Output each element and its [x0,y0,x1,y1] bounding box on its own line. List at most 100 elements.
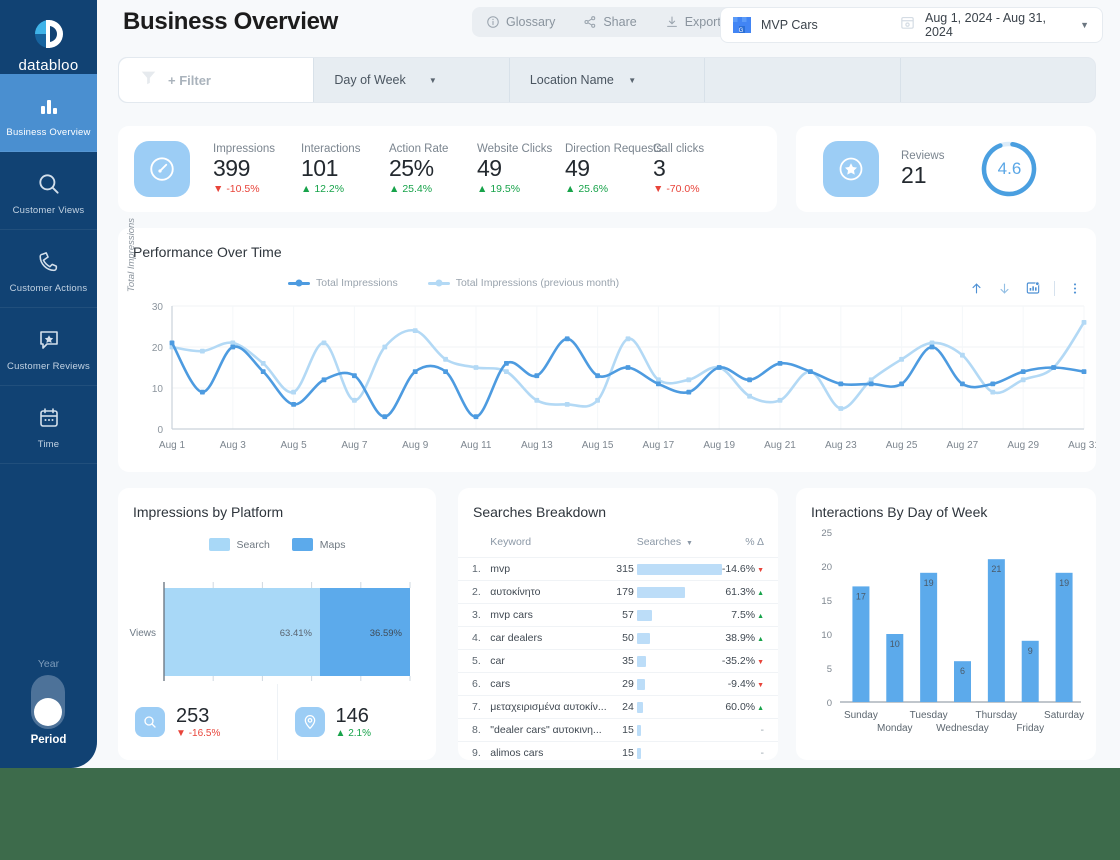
header-keyword[interactable]: Keyword [490,530,607,558]
header-rank [458,530,490,558]
performance-line-chart: 0102030Aug 1Aug 3Aug 5Aug 7Aug 9Aug 11Au… [118,294,1096,464]
svg-text:Aug 5: Aug 5 [281,440,308,451]
kpi-value: 49 [477,155,565,181]
chevron-down-icon[interactable]: ▼ [628,76,636,85]
account-selector[interactable]: G MVP Cars [721,15,899,35]
add-filter-button[interactable]: + Filter [119,58,314,102]
kpi-impressions: Impressions 399 ▼ -10.5% [213,143,301,194]
searches-breakdown-card: Searches Breakdown Keyword Searches ▼ % … [458,488,778,760]
svg-text:17: 17 [856,591,866,601]
filter-cell-empty-1[interactable] [705,58,900,102]
svg-text:10: 10 [821,630,832,641]
funnel-icon [139,68,158,92]
metric-text: 253 ▼ -16.5% [176,705,220,739]
period-toggle[interactable]: Year Period [31,658,67,746]
date-range-picker[interactable]: Aug 1, 2024 - Aug 31, 2024 ▼ [899,11,1102,39]
sort-desc-icon[interactable]: ▼ [684,540,693,547]
sidebar-item-time[interactable]: Time [0,386,97,464]
sidebar-item-customer-reviews[interactable]: Customer Reviews [0,308,97,386]
table-row[interactable]: 5.car35-35.2% ▼ [458,650,778,673]
bar-chart-icon [0,91,97,121]
kpi-delta: ▲ 25.6% [565,183,653,195]
svg-text:21: 21 [991,564,1001,574]
toggle-switch[interactable] [31,675,65,729]
row-searches-bar [634,650,722,673]
toggle-knob [34,698,62,726]
sidebar-item-customer-actions[interactable]: Customer Actions [0,230,97,308]
svg-text:10: 10 [890,639,900,649]
reviews-label: Reviews [901,150,944,162]
table-row[interactable]: 1.mvp315-14.6% ▼ [458,558,778,581]
reviews-count: 21 [901,162,944,188]
svg-text:20: 20 [821,562,832,573]
kpi-delta: ▲ 12.2% [301,183,389,195]
searches-table: Keyword Searches ▼ % Δ 1.mvp315-14.6% ▼2… [458,530,778,760]
chevron-down-icon[interactable]: ▼ [1080,20,1089,30]
header-context-bar: G MVP Cars Aug 1, 2024 - Aug 31, 2024 ▼ [720,7,1103,43]
legend-item-previous[interactable]: Total Impressions (previous month) [428,277,619,289]
bar-fill [637,656,646,667]
row-rank: 8. [458,719,490,742]
row-searches-bar [634,558,722,581]
legend-item-maps[interactable]: Maps [292,538,346,551]
table-row[interactable]: 2.αυτοκίνητο17961.3% ▲ [458,581,778,604]
row-searches-value: 24 [608,696,634,719]
card-title: Performance Over Time [118,228,1096,260]
kpi-summary-card: Impressions 399 ▼ -10.5% Interactions 10… [118,126,777,212]
table-row[interactable]: 3.mvp cars577.5% ▲ [458,604,778,627]
review-star-icon [0,325,97,355]
bar-fill [637,610,652,621]
legend-item-current[interactable]: Total Impressions [288,277,398,289]
sidebar-item-customer-views[interactable]: Customer Views [0,152,97,230]
svg-text:9: 9 [1028,646,1033,656]
row-pct-delta: - [722,742,778,761]
filter-dropdown-location-name[interactable]: Location Name ▼ [510,58,705,102]
svg-text:20: 20 [152,343,164,354]
rating-value: 4.6 [998,159,1022,179]
table-row[interactable]: 9.alimos cars15- [458,742,778,761]
svg-text:15: 15 [821,596,832,607]
glossary-button[interactable]: Glossary [472,7,569,37]
table-row[interactable]: 8."dealer cars" αυτοκινη...15- [458,719,778,742]
bar-fill [637,748,641,759]
svg-text:Aug 9: Aug 9 [402,440,429,451]
row-searches-value: 29 [608,673,634,696]
row-searches-bar [634,627,722,650]
performance-over-time-card: Performance Over Time [118,228,1096,472]
svg-text:Aug 17: Aug 17 [643,440,675,451]
rating-ring: 4.6 [980,140,1038,198]
table-row[interactable]: 4.car dealers5038.9% ▲ [458,627,778,650]
bar-fill [637,725,641,736]
metric-text: 146 ▲ 2.1% [336,705,371,739]
y-axis-label: Total Impressions [126,205,137,305]
svg-text:Aug 3: Aug 3 [220,440,247,451]
svg-text:Aug 25: Aug 25 [886,440,918,451]
row-pct-delta: - [722,719,778,742]
row-rank: 1. [458,558,490,581]
legend-item-search[interactable]: Search [209,538,270,551]
row-searches-bar [634,581,722,604]
download-icon [665,15,679,29]
row-keyword: mvp [490,558,607,581]
svg-text:63.41%: 63.41% [280,628,313,639]
table-row[interactable]: 7.μεταχειρισμένα αυτοκίν...2460.0% ▲ [458,696,778,719]
table-row[interactable]: 6.cars29-9.4% ▼ [458,673,778,696]
share-button[interactable]: Share [569,7,650,37]
filter-label: Location Name [530,73,614,87]
share-icon [583,15,597,29]
arrow-down-icon: ▼ [755,659,764,666]
chart-legend: Total Impressions Total Impressions (pre… [288,277,619,289]
sidebar-item-business-overview[interactable]: Business Overview [0,74,97,152]
header-pct-delta[interactable]: % Δ [722,530,778,558]
row-rank: 3. [458,604,490,627]
info-icon [486,15,500,29]
phone-icon [0,247,97,277]
chevron-down-icon[interactable]: ▼ [429,76,437,85]
kpi-label: Direction Requests [565,143,653,155]
arrow-down-icon: ▼ [755,682,764,689]
header-searches[interactable]: Searches ▼ [608,530,722,558]
filter-cell-empty-2[interactable] [901,58,1095,102]
kpi-label: Website Clicks [477,143,565,155]
filter-dropdown-day-of-week[interactable]: Day of Week ▼ [314,58,509,102]
row-searches-value: 179 [608,581,634,604]
